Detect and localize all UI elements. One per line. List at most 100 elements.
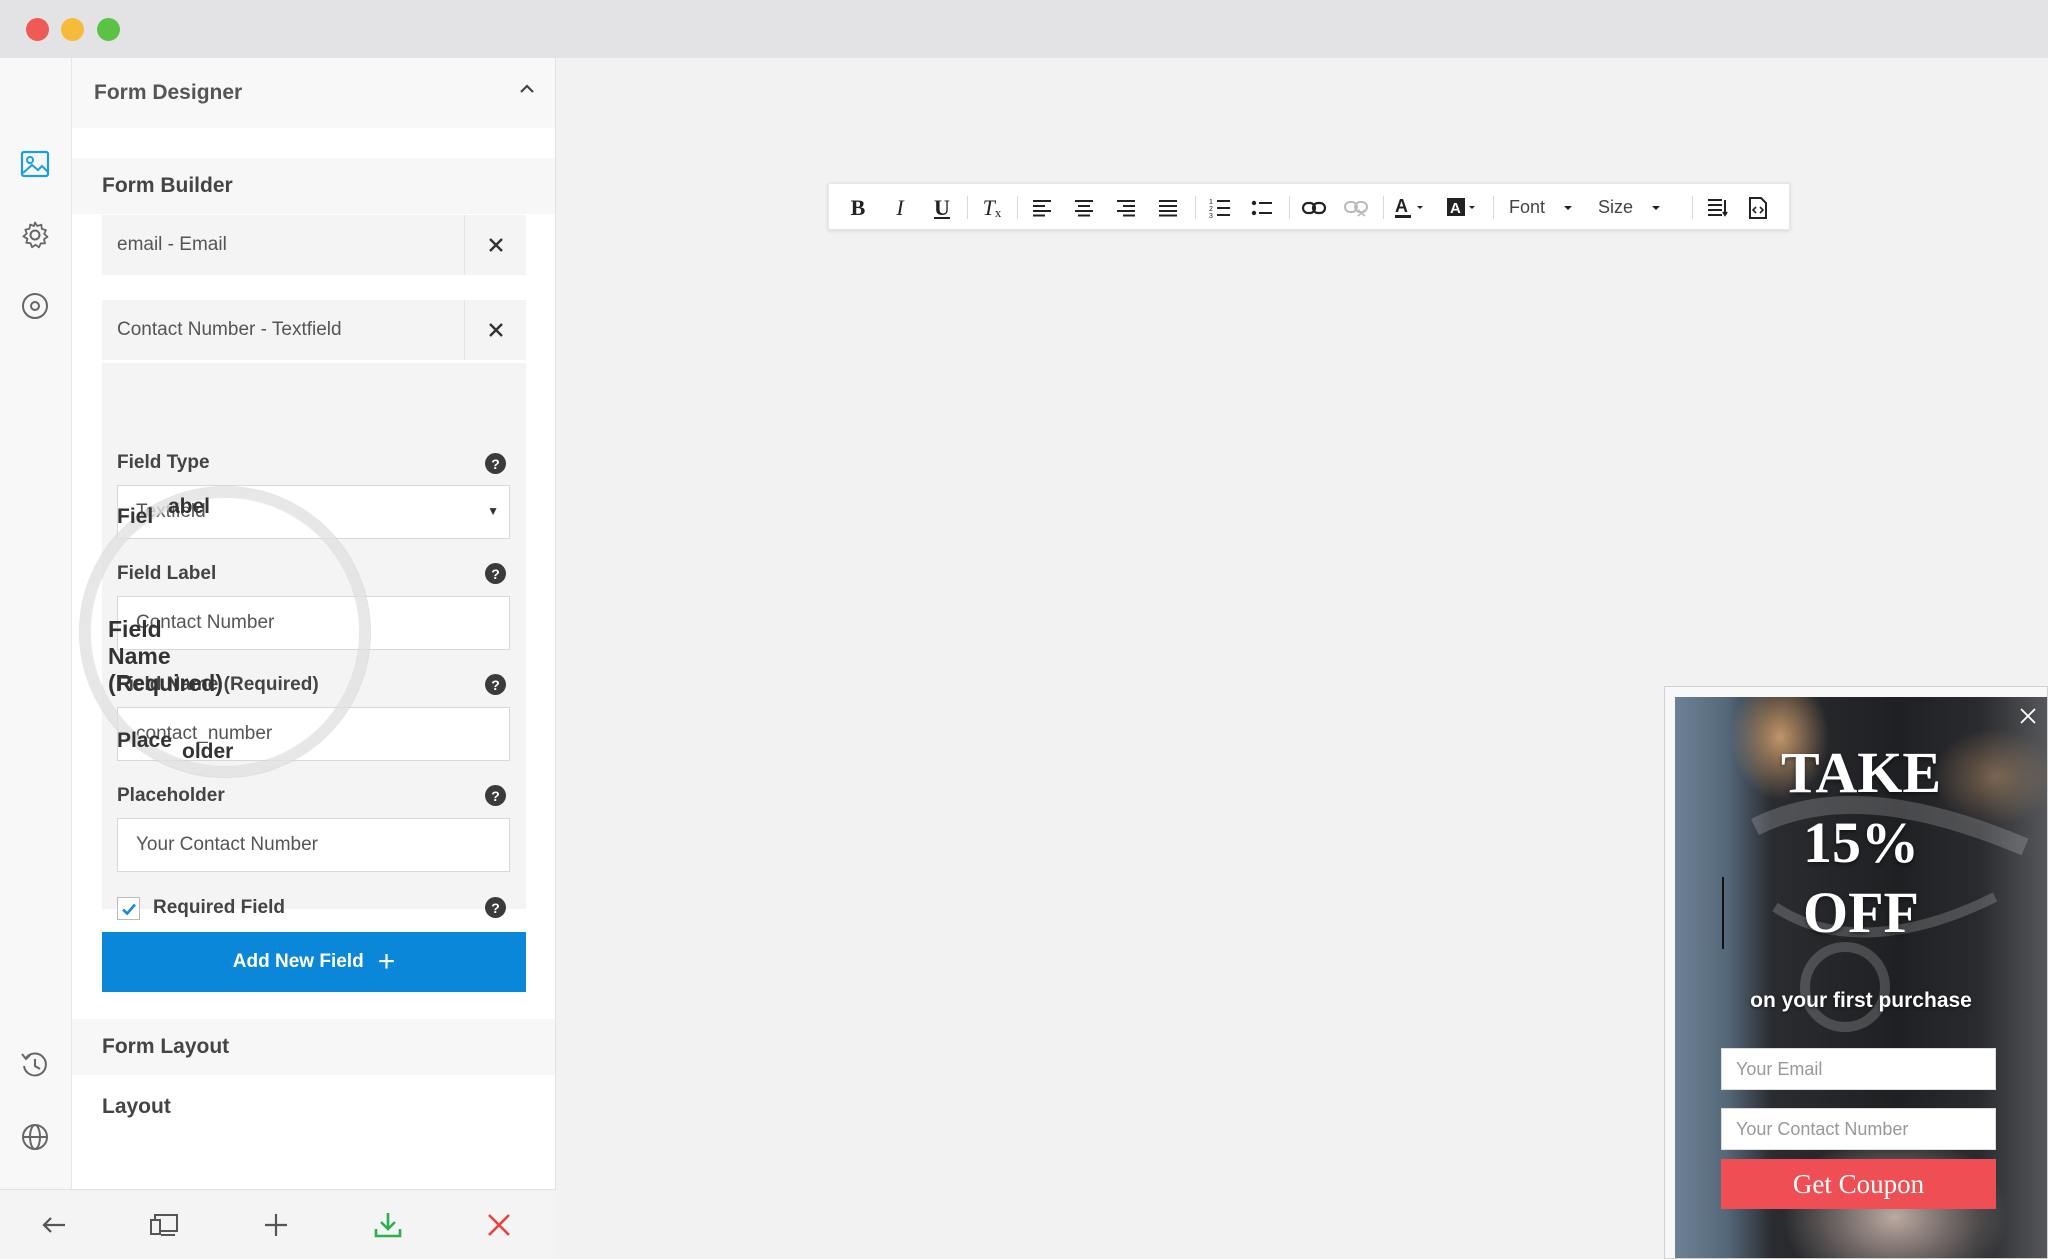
icon-rail (0, 58, 72, 1189)
background-color-icon[interactable]: A (1443, 184, 1483, 231)
magnified-label-fragment: Place (117, 729, 172, 752)
text-color-icon[interactable]: A (1391, 184, 1431, 231)
popup-contact-input[interactable]: Your Contact Number (1721, 1108, 1996, 1150)
rich-text-toolbar: B I U Tx 123 A A Font Size (828, 183, 1790, 230)
gear-icon[interactable] (18, 218, 52, 252)
paragraph-format-icon[interactable] (1701, 184, 1735, 231)
help-icon[interactable]: ? (485, 785, 506, 806)
plus-icon[interactable] (258, 1207, 294, 1243)
svg-text:2: 2 (1209, 206, 1213, 213)
window-maximize-button[interactable] (97, 18, 120, 41)
popup-background-photo: TAKE 15% OFF on your first purchase Your… (1675, 697, 2047, 1258)
download-icon[interactable] (370, 1207, 406, 1243)
image-icon[interactable] (18, 147, 52, 181)
field-row-contact-number[interactable]: Contact Number - Textfield (102, 300, 526, 360)
align-left-icon[interactable] (1025, 184, 1059, 231)
add-new-field-button[interactable]: Add New Field + (102, 932, 526, 992)
plus-icon: + (377, 945, 396, 978)
help-icon[interactable]: ? (485, 897, 506, 918)
font-dropdown-label: Font (1509, 197, 1546, 217)
field-row-label: Contact Number - Textfield (117, 319, 342, 340)
section-layout[interactable]: Layout (72, 1077, 555, 1137)
back-arrow-icon[interactable] (36, 1207, 72, 1243)
text-cursor (1722, 877, 1724, 949)
unlink-icon[interactable] (1339, 184, 1373, 231)
window-titlebar (0, 0, 2048, 58)
font-dropdown[interactable]: Font (1509, 184, 1573, 231)
help-icon[interactable]: ? (485, 563, 506, 584)
size-dropdown-label: Size (1598, 197, 1634, 217)
magnified-label-fragment: abel (168, 495, 211, 518)
section-form-builder[interactable]: Form Builder (72, 158, 555, 214)
bottom-toolbar (0, 1189, 556, 1259)
toolbar-separator (1692, 196, 1693, 219)
popup-contact-placeholder: Your Contact Number (1736, 1118, 1909, 1139)
field-type-label: Field Type (117, 452, 210, 473)
bullet-list-icon[interactable] (1245, 184, 1279, 231)
underline-button[interactable]: U (927, 184, 957, 231)
required-field-checkbox[interactable] (117, 897, 140, 920)
ordered-list-icon[interactable]: 123 (1203, 184, 1237, 231)
bold-button[interactable]: B (843, 184, 873, 231)
target-icon[interactable] (18, 289, 52, 323)
field-row-email[interactable]: email - Email (102, 215, 526, 275)
magnified-field-name-label: Field Name (Required) (108, 616, 223, 696)
help-icon[interactable]: ? (485, 453, 506, 474)
popup-email-input[interactable]: Your Email (1721, 1048, 1996, 1090)
history-icon[interactable] (18, 1048, 52, 1082)
field-row-label: email - Email (117, 234, 227, 255)
toolbar-separator (1017, 196, 1018, 219)
align-center-icon[interactable] (1067, 184, 1101, 231)
popup-subtitle: on your first purchase (1750, 989, 1972, 1012)
field-label-label: Field Label (117, 563, 217, 584)
remove-field-button[interactable] (464, 300, 526, 360)
panel-header[interactable]: Form Designer (72, 58, 555, 128)
chevron-up-icon[interactable] (518, 80, 536, 103)
popup-preview: TAKE 15% OFF on your first purchase Your… (1664, 686, 2048, 1259)
source-code-icon[interactable] (1741, 184, 1775, 231)
placeholder-label: Placeholder (117, 785, 225, 806)
close-icon[interactable] (481, 1207, 517, 1243)
remove-field-button[interactable] (464, 215, 526, 275)
section-form-layout-label: Form Layout (102, 1035, 230, 1058)
toolbar-separator (1289, 196, 1290, 219)
svg-text:1: 1 (1209, 199, 1213, 206)
link-icon[interactable] (1297, 184, 1331, 231)
globe-icon[interactable] (18, 1120, 52, 1154)
required-field-label: Required Field (153, 897, 285, 918)
italic-button[interactable]: I (885, 184, 915, 231)
caret-down-icon: ▼ (487, 504, 499, 518)
section-form-layout[interactable]: Form Layout (72, 1019, 555, 1075)
field-name-input[interactable]: contact_number (117, 707, 510, 761)
popup-close-icon[interactable] (2017, 705, 2039, 727)
get-coupon-button[interactable]: Get Coupon (1721, 1159, 1996, 1209)
magnified-label-fragment: older (182, 740, 234, 763)
caret-down-icon (1564, 205, 1573, 210)
window-close-button[interactable] (26, 18, 49, 41)
clear-format-icon: x (994, 204, 1002, 220)
clear-format-label: T (982, 194, 995, 220)
popup-headline-line1: TAKE (1780, 740, 1942, 805)
magnified-label-fragment: Fiel (117, 505, 154, 528)
section-form-builder-label: Form Builder (102, 174, 233, 197)
popup-headline-line3: OFF (1803, 880, 1919, 945)
window-minimize-button[interactable] (61, 18, 84, 41)
popup-email-placeholder: Your Email (1736, 1058, 1823, 1079)
caret-down-icon (1652, 205, 1661, 210)
devices-icon[interactable] (147, 1207, 183, 1243)
size-dropdown[interactable]: Size (1598, 184, 1661, 231)
svg-text:3: 3 (1209, 213, 1213, 218)
panel-title: Form Designer (94, 81, 243, 104)
toolbar-separator (1383, 196, 1384, 219)
clear-format-button[interactable]: Tx (977, 184, 1007, 231)
help-icon[interactable]: ? (485, 674, 506, 695)
svg-text:A: A (1395, 196, 1408, 216)
popup-headline-line2: 15% (1803, 810, 1919, 875)
placeholder-input[interactable]: Your Contact Number (117, 818, 510, 872)
section-layout-label: Layout (102, 1095, 171, 1118)
placeholder-value: Your Contact Number (136, 834, 319, 855)
align-justify-icon[interactable] (1151, 184, 1185, 231)
toolbar-separator (967, 196, 968, 219)
align-right-icon[interactable] (1109, 184, 1143, 231)
toolbar-separator (1493, 196, 1494, 219)
